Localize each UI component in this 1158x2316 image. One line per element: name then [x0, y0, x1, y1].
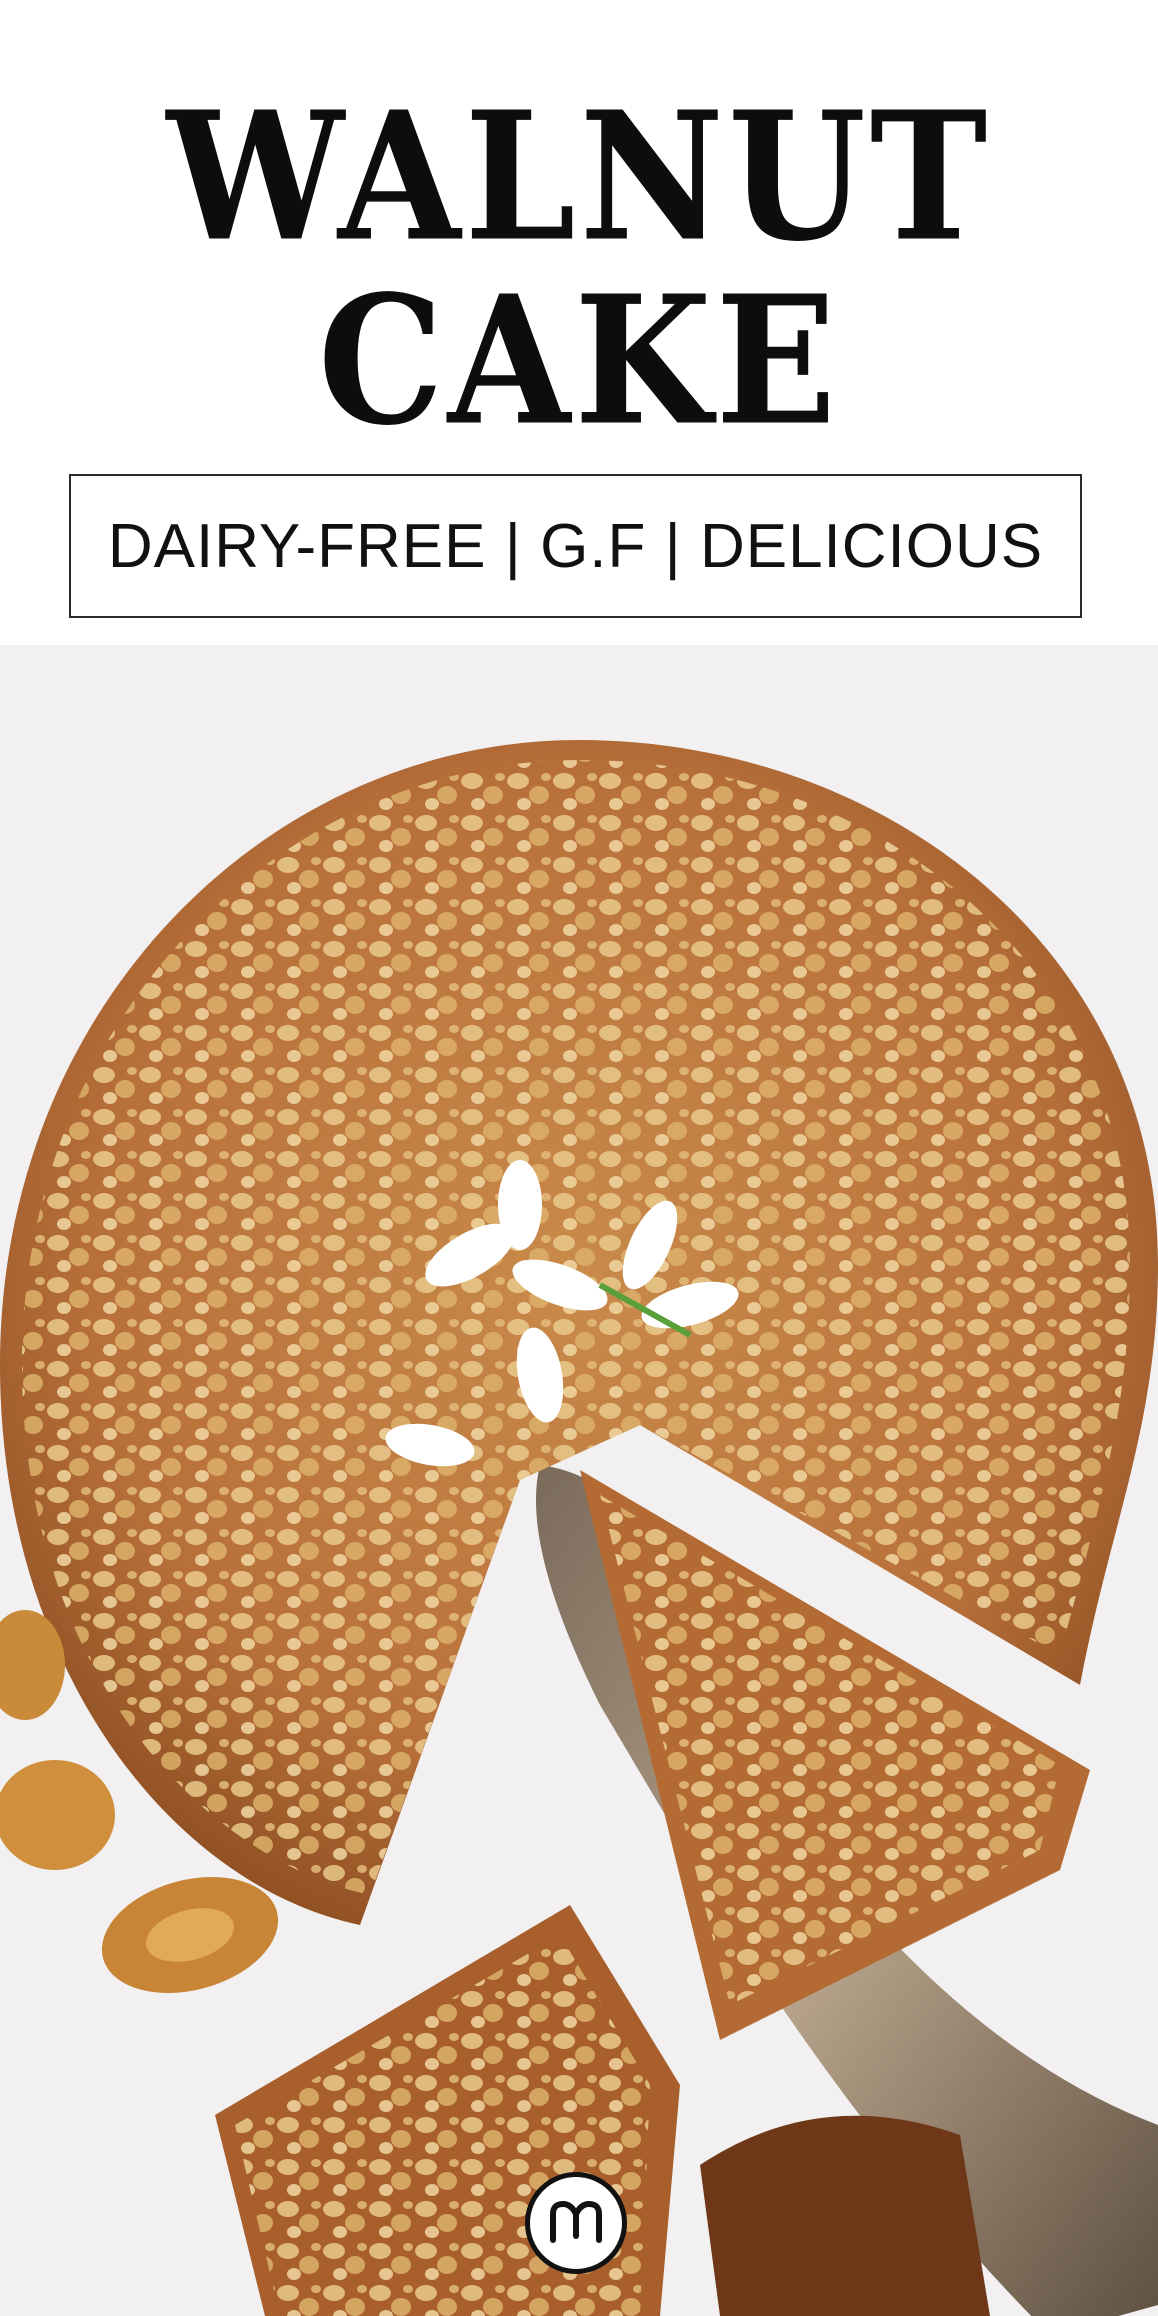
title-line-1: WALNUT: [166, 73, 992, 282]
m-logo-icon: [525, 2172, 627, 2274]
tagline-box: DAIRY-FREE | G.F | DELICIOUS: [69, 474, 1082, 618]
tagline-text: DAIRY-FREE | G.F | DELICIOUS: [107, 511, 1044, 581]
title-line-2: CAKE: [317, 257, 841, 466]
cake-photo: [0, 645, 1158, 2316]
bottom-slice-right: [700, 2115, 990, 2316]
cake-illustration: [0, 645, 1158, 2316]
header: WALNUT CAKE DAIRY-FREE | G.F | DELICIOUS: [0, 0, 1158, 645]
